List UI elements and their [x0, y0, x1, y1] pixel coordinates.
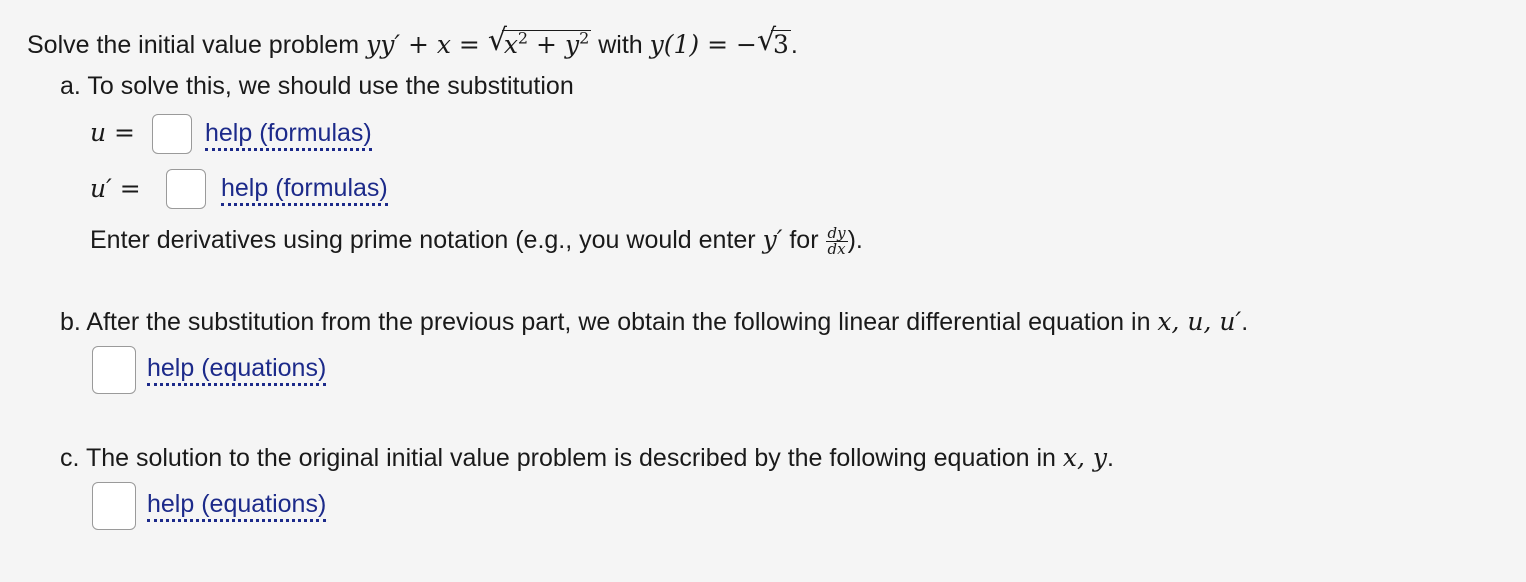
initial-condition: y(1) = − — [649, 30, 757, 59]
part-c-label: c. The solution to the original initial … — [60, 443, 1114, 472]
part-a-label: a. To solve this, we should use the subs… — [60, 72, 574, 100]
uprime-label: u′ = — [90, 174, 141, 203]
help-equations-link-c[interactable]: help (equations) — [147, 490, 327, 522]
sqrt-three: √ 3 — [756, 23, 791, 59]
help-formulas-link-uprime[interactable]: help (formulas) — [221, 174, 388, 206]
equation-lhs: yy′ + x = — [366, 30, 488, 59]
help-equations-link-b[interactable]: help (equations) — [147, 354, 327, 386]
problem-intro: Solve the initial value problem — [27, 31, 360, 59]
part-c-answer-input[interactable] — [92, 482, 136, 530]
u-label: u = — [90, 118, 135, 147]
sqrt-expression: √ x2 + y2 — [487, 23, 592, 59]
problem-statement: Solve the initial value problem yy′ + x … — [27, 23, 798, 60]
uprime-answer-input[interactable] — [166, 169, 206, 209]
with-word: with — [598, 31, 643, 59]
prime-notation-note: Enter derivatives using prime notation (… — [90, 223, 863, 258]
part-b-label: b. After the substitution from the previ… — [60, 307, 1249, 336]
dy-dx-fraction: dy dx — [825, 223, 848, 258]
help-formulas-link-u[interactable]: help (formulas) — [205, 119, 372, 151]
u-answer-input[interactable] — [152, 114, 192, 154]
part-b-answer-input[interactable] — [92, 346, 136, 394]
